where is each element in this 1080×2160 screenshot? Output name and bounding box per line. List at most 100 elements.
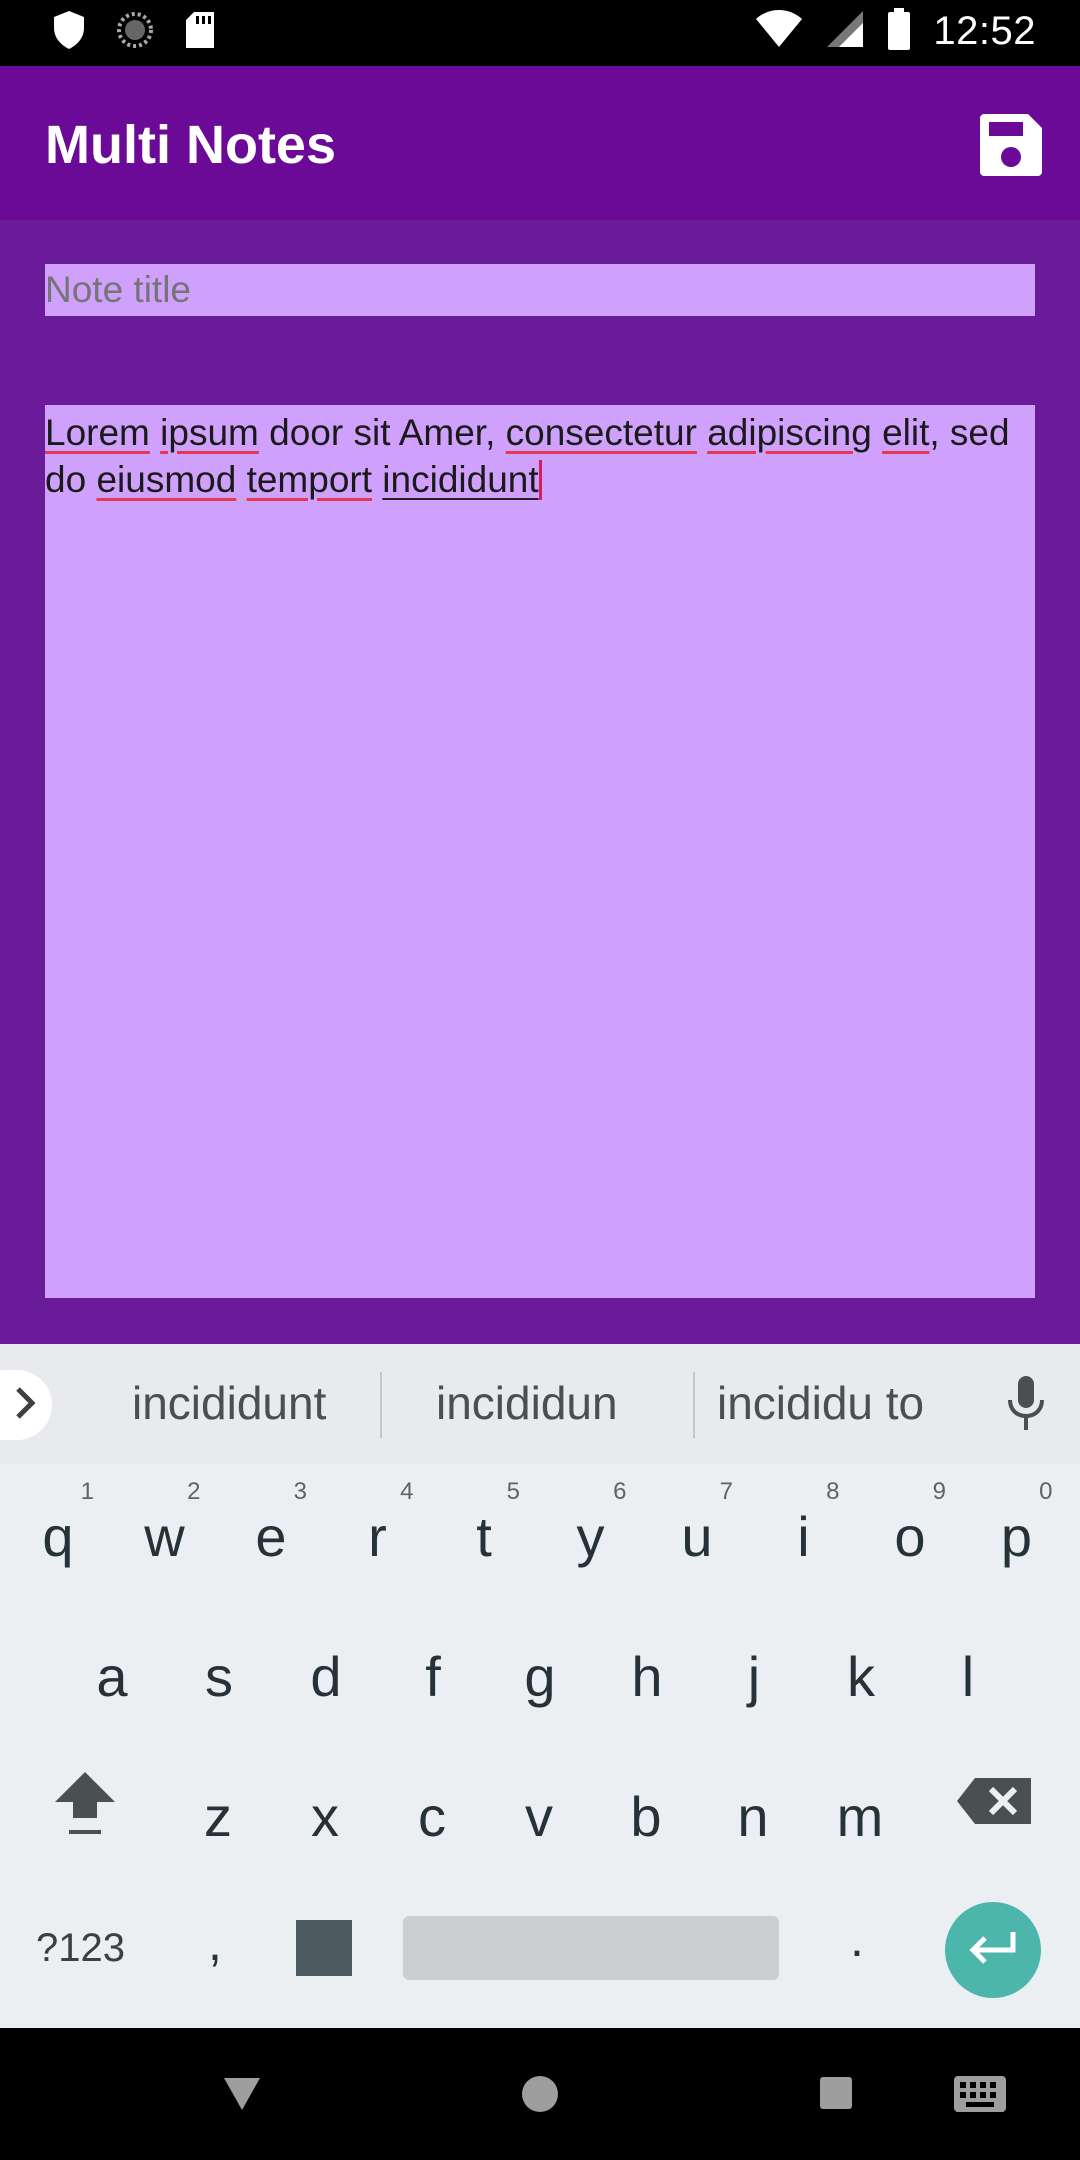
letter-key[interactable]: h — [597, 1604, 697, 1734]
shift-key[interactable] — [35, 1724, 135, 1854]
key-number-hint: 0 — [1039, 1478, 1053, 1505]
key-number-hint: 5 — [506, 1478, 520, 1505]
key-label: k — [847, 1645, 875, 1708]
period-key[interactable]: . — [850, 1910, 864, 1968]
key-number-hint: 2 — [187, 1478, 201, 1505]
key-label: y — [576, 1505, 605, 1568]
note-editor: Lorem ipsum door sit Amer, consectetur a… — [0, 220, 1080, 1344]
letter-key[interactable]: t5 — [434, 1464, 534, 1594]
letter-key[interactable]: e3 — [221, 1464, 321, 1594]
letter-key[interactable]: g — [490, 1604, 590, 1734]
letter-key[interactable]: n — [703, 1744, 803, 1874]
note-body-word: adipiscing — [707, 412, 872, 453]
note-body-word: incididunt — [382, 459, 539, 500]
key-label: r — [368, 1505, 387, 1568]
key-label: e — [255, 1505, 287, 1568]
key-label: b — [630, 1785, 662, 1848]
key-label: s — [205, 1645, 233, 1708]
key-label: p — [1000, 1505, 1033, 1568]
note-body-word: elit — [882, 412, 930, 453]
letter-key[interactable]: c — [382, 1744, 482, 1874]
key-label: n — [737, 1785, 769, 1848]
letter-key[interactable]: i8 — [754, 1464, 854, 1594]
space-key[interactable] — [403, 1916, 779, 1980]
note-body-input[interactable]: Lorem ipsum door sit Amer, consectetur a… — [45, 405, 1035, 1298]
backspace-key[interactable] — [945, 1724, 1045, 1854]
shift-icon — [51, 1768, 119, 1851]
letter-key[interactable]: m — [810, 1744, 910, 1874]
note-body-word: Lorem — [45, 412, 150, 453]
letter-key[interactable]: s — [169, 1604, 269, 1734]
note-body-text — [372, 459, 382, 500]
key-label: i — [797, 1505, 810, 1568]
letter-key[interactable]: a — [62, 1604, 162, 1734]
comma-key[interactable]: , — [208, 1914, 222, 1972]
home-icon[interactable] — [520, 2074, 560, 2119]
app-title: Multi Notes — [45, 115, 336, 175]
key-number-hint: 8 — [826, 1478, 840, 1505]
enter-icon — [965, 1928, 1021, 1973]
expand-suggestions-button[interactable] — [0, 1370, 52, 1440]
letter-key[interactable]: f — [383, 1604, 483, 1734]
suggestion-strip: incididunt incididun incididu to — [0, 1344, 1080, 1464]
letter-key[interactable]: p0 — [967, 1464, 1067, 1594]
letter-key[interactable]: y6 — [541, 1464, 641, 1594]
note-body-text: door sit Amer, — [258, 412, 506, 453]
letter-key[interactable]: j — [704, 1604, 804, 1734]
emoji-key[interactable] — [296, 1920, 352, 1976]
letter-key[interactable]: k — [811, 1604, 911, 1734]
enter-key[interactable] — [945, 1902, 1041, 1998]
sd-card-icon — [184, 11, 216, 54]
letter-key[interactable]: b — [596, 1744, 696, 1874]
sync-icon — [116, 11, 154, 54]
letter-key[interactable]: x — [275, 1744, 375, 1874]
key-label: d — [310, 1645, 342, 1708]
voice-input-button[interactable] — [1002, 1374, 1050, 1439]
note-body-word: consectetur — [505, 412, 697, 453]
key-label: j — [747, 1645, 761, 1708]
keyboard-switch-icon[interactable] — [952, 2074, 1008, 2119]
key-label: f — [425, 1645, 441, 1708]
key-label: x — [311, 1785, 339, 1848]
key-label: o — [894, 1505, 926, 1568]
note-title-input[interactable] — [45, 264, 1035, 316]
note-body-text — [150, 412, 160, 453]
status-bar: 12:52 — [0, 0, 1080, 66]
note-body-word: ipsum — [160, 412, 259, 453]
key-label: a — [96, 1645, 128, 1708]
suggestion-1[interactable]: incididunt — [132, 1376, 326, 1430]
key-label: v — [525, 1785, 553, 1848]
letter-key[interactable]: d — [276, 1604, 376, 1734]
key-number-hint: 4 — [400, 1478, 414, 1505]
suggestion-2[interactable]: incididun — [436, 1376, 618, 1430]
suggestion-3[interactable]: incididu to — [717, 1376, 924, 1430]
symbols-key[interactable]: ?123 — [36, 1926, 125, 1971]
key-label: u — [681, 1505, 713, 1568]
key-label: g — [524, 1645, 556, 1708]
key-label: c — [418, 1785, 446, 1848]
key-number-hint: 3 — [293, 1478, 307, 1505]
status-time: 12:52 — [933, 9, 1036, 53]
letter-key[interactable]: v — [489, 1744, 589, 1874]
letter-key[interactable]: u7 — [647, 1464, 747, 1594]
save-icon — [976, 114, 1046, 184]
save-button[interactable] — [976, 110, 1046, 180]
backspace-icon — [955, 1774, 1035, 1839]
note-body-text — [236, 459, 246, 500]
letter-key[interactable]: q1 — [8, 1464, 108, 1594]
app-bar: Multi Notes — [0, 66, 1080, 220]
key-number-hint: 9 — [932, 1478, 946, 1505]
note-body-text — [872, 412, 882, 453]
navigation-bar — [0, 2028, 1080, 2160]
letter-key[interactable]: r4 — [328, 1464, 428, 1594]
note-body-word: eiusmod — [96, 459, 237, 500]
letter-key[interactable]: l — [918, 1604, 1018, 1734]
letter-key[interactable]: o9 — [860, 1464, 960, 1594]
back-icon[interactable] — [222, 2074, 262, 2117]
key-label: t — [476, 1505, 492, 1568]
letter-key[interactable]: w2 — [115, 1464, 215, 1594]
letter-key[interactable]: z — [168, 1744, 268, 1874]
text-cursor — [538, 460, 542, 500]
recents-icon[interactable] — [818, 2075, 854, 2116]
note-body-word: temport — [246, 459, 373, 500]
